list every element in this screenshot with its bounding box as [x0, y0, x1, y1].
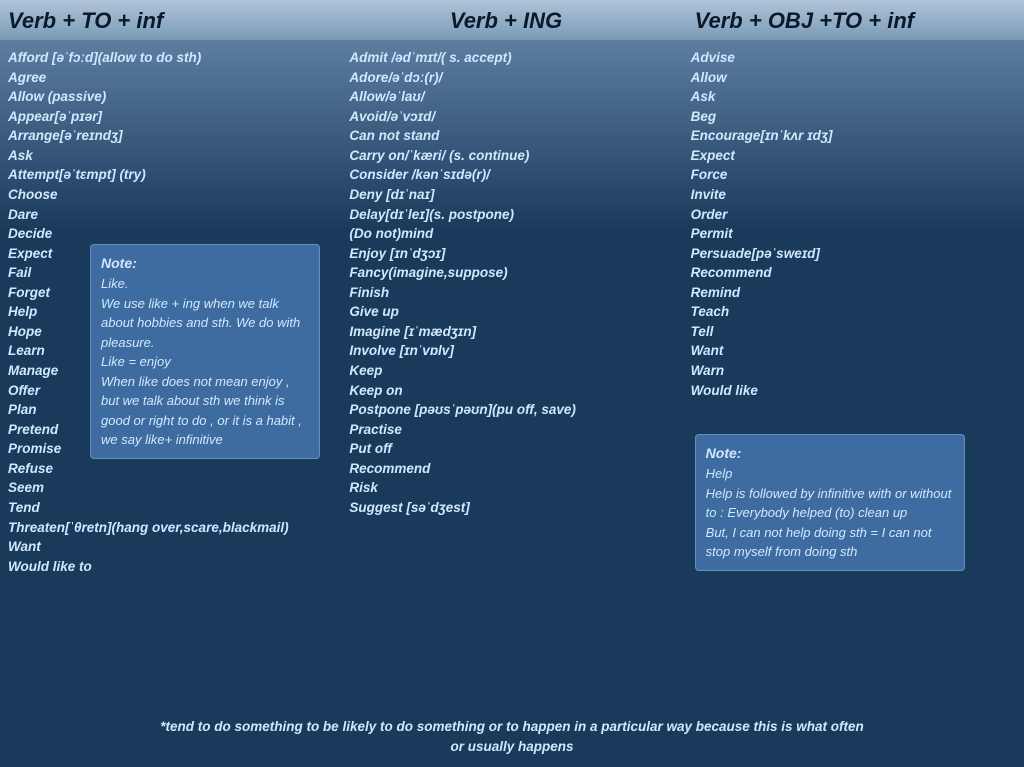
list-item: Teach: [691, 302, 1016, 322]
content-row: Afford [əˈfɔːd](allow to do sth)AgreeAll…: [0, 40, 1024, 711]
col3-note-line2: Help is followed by infinitive with or w…: [706, 484, 954, 523]
list-item: Expect: [691, 146, 1016, 166]
list-item: Consider /kənˈsɪdə(r)/: [349, 165, 674, 185]
list-item: Involve [ɪnˈvɒlv]: [349, 341, 674, 361]
list-item: Delay[dɪˈleɪ](s. postpone): [349, 205, 674, 225]
list-item: Postpone [pəʊsˈpəʊn](pu off, save): [349, 400, 674, 420]
list-item: Risk: [349, 478, 674, 498]
list-item: Keep on: [349, 381, 674, 401]
col3-note-title: Note:: [706, 443, 954, 464]
list-item: Avoid/əˈvɔɪd/: [349, 107, 674, 127]
col1: Afford [əˈfɔːd](allow to do sth)AgreeAll…: [0, 44, 341, 707]
list-item: Recommend: [691, 263, 1016, 283]
list-item: Choose: [8, 185, 333, 205]
list-item: Decide: [8, 224, 333, 244]
list-item: Deny [dɪˈnaɪ]: [349, 185, 674, 205]
list-item: Advise: [691, 48, 1016, 68]
list-item: Enjoy [ɪnˈdʒɔɪ]: [349, 244, 674, 264]
list-item: Recommend: [349, 459, 674, 479]
list-item: Warn: [691, 361, 1016, 381]
list-item: Want: [8, 537, 333, 557]
list-item: Threaten[ˈθretn](hang over,scare,blackma…: [8, 518, 333, 538]
list-item: Want: [691, 341, 1016, 361]
col1-note-line1: Like.: [101, 274, 309, 294]
list-item: Appear[əˈpɪər]: [8, 107, 333, 127]
list-item: Allow: [691, 68, 1016, 88]
col1-note-box: Note: Like. We use like + ing when we ta…: [90, 244, 320, 459]
header-col1: Verb + TO + inf: [0, 8, 337, 34]
list-item: Allow (passive): [8, 87, 333, 107]
list-item: Seem: [8, 478, 333, 498]
header-title-col3: Verb + OBJ +TO + inf: [695, 8, 914, 33]
list-item: Give up: [349, 302, 674, 322]
list-item: Finish: [349, 283, 674, 303]
list-item: Ask: [691, 87, 1016, 107]
list-item: Ask: [8, 146, 333, 166]
list-item: Beg: [691, 107, 1016, 127]
list-item: Attempt[əˈtɛmpt] (try): [8, 165, 333, 185]
header-title-col2: Verb + ING: [450, 8, 562, 33]
list-item: Persuade[pəˈsweɪd]: [691, 244, 1016, 264]
list-item: Would like: [691, 381, 1016, 401]
header-title-col1: Verb + TO + inf: [8, 8, 163, 33]
list-item: Refuse: [8, 459, 333, 479]
col1-note-line3: Like = enjoy: [101, 352, 309, 372]
list-item: Adore/əˈdɔː(r)/: [349, 68, 674, 88]
col1-note-line2: We use like + ing when we talk about hob…: [101, 294, 309, 353]
list-item: Afford [əˈfɔːd](allow to do sth): [8, 48, 333, 68]
list-item: Admit /ədˈmɪt/( s. accept): [349, 48, 674, 68]
list-item: Allow/əˈlaʊ/: [349, 87, 674, 107]
list-item: Practise: [349, 420, 674, 440]
header-row: Verb + TO + inf Verb + ING Verb + OBJ +T…: [0, 0, 1024, 40]
list-item: Fancy(imagine,suppose): [349, 263, 674, 283]
list-item: Can not stand: [349, 126, 674, 146]
list-item: Force: [691, 165, 1016, 185]
list-item: Remind: [691, 283, 1016, 303]
col3-items: AdviseAllowAskBegEncourage[ɪnˈkʌr ɪdʒ]Ex…: [691, 48, 1016, 400]
list-item: Put off: [349, 439, 674, 459]
col2: Admit /ədˈmɪt/( s. accept)Adore/əˈdɔː(r)…: [341, 44, 682, 707]
list-item: Arrange[əˈreɪndʒ]: [8, 126, 333, 146]
list-item: Would like to: [8, 557, 333, 577]
list-item: Encourage[ɪnˈkʌr ɪdʒ]: [691, 126, 1016, 146]
list-item: Tend: [8, 498, 333, 518]
list-item: Tell: [691, 322, 1016, 342]
footer-text: *tend to do something to be likely to do…: [0, 711, 1024, 767]
col3-note-line3: But, I can not help doing sth = I can no…: [706, 523, 954, 562]
col3-note-line1: Help: [706, 464, 954, 484]
header-col3: Verb + OBJ +TO + inf: [675, 8, 1024, 34]
col3-note-box: Note: Help Help is followed by infinitiv…: [695, 434, 965, 571]
col1-note-line4: When like does not mean enjoy , but we t…: [101, 372, 309, 450]
list-item: (Do not)mind: [349, 224, 674, 244]
col1-note-title: Note:: [101, 253, 309, 274]
list-item: Dare: [8, 205, 333, 225]
list-item: Permit: [691, 224, 1016, 244]
page-container: Verb + TO + inf Verb + ING Verb + OBJ +T…: [0, 0, 1024, 767]
col3: AdviseAllowAskBegEncourage[ɪnˈkʌr ɪdʒ]Ex…: [683, 44, 1024, 707]
header-col2: Verb + ING: [337, 8, 674, 34]
list-item: Imagine [ɪˈmædʒɪn]: [349, 322, 674, 342]
list-item: Invite: [691, 185, 1016, 205]
list-item: Keep: [349, 361, 674, 381]
list-item: Carry on/ˈkæri/ (s. continue): [349, 146, 674, 166]
list-item: Order: [691, 205, 1016, 225]
list-item: Suggest [səˈdʒest]: [349, 498, 674, 518]
list-item: Agree: [8, 68, 333, 88]
col2-items: Admit /ədˈmɪt/( s. accept)Adore/əˈdɔː(r)…: [349, 48, 674, 518]
